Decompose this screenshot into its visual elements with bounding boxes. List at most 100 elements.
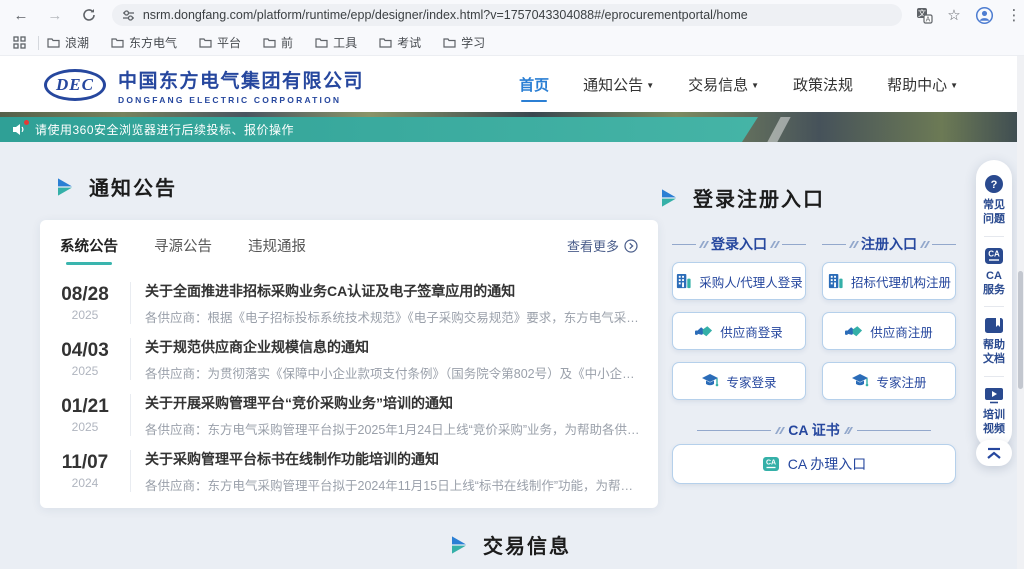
apps-grid-icon[interactable] [6, 30, 32, 56]
building-icon [827, 273, 844, 290]
divider [130, 394, 131, 436]
supplier-register-button[interactable]: 供应商注册 [822, 312, 956, 350]
dec-logo[interactable]: DEC [44, 69, 106, 101]
bookmark-folder[interactable]: 工具 [315, 34, 357, 51]
notice-desc: 各供应商：东方电气采购管理平台拟于2025年1月24日上线“竞价采购”业务，为帮… [145, 419, 640, 438]
company-name: 中国东方电气集团有限公司 DONGFANG ELECTRIC CORPORATI… [118, 66, 364, 105]
login-entry-header: 登录入口 [672, 234, 806, 254]
nav-notices[interactable]: 通知公告▼ [583, 56, 654, 112]
notice-row[interactable]: 04/03 2025 关于规范供应商企业规模信息的通知 各供应商：为贯彻落实《保… [54, 331, 640, 387]
company-name-cn: 中国东方电气集团有限公司 [118, 66, 364, 93]
nav-help-center[interactable]: 帮助中心▼ [887, 56, 958, 112]
divider [984, 306, 1004, 307]
ca-service-shortcut[interactable]: CA CA服务 [983, 243, 1005, 305]
alert-dot [24, 120, 29, 125]
expert-login-button[interactable]: 专家登录 [672, 362, 806, 400]
section-arrow-icon [58, 178, 73, 196]
section-title: 交易信息 [483, 530, 571, 559]
bookmark-folder[interactable]: 学习 [443, 34, 485, 51]
bookmark-folder[interactable]: 前 [263, 34, 293, 51]
bookmarks-bar: 浪潮 东方电气 平台 前 工具 考试 学习 [0, 30, 1024, 56]
main-nav: 首页 通知公告▼ 交易信息▼ 政策法规 帮助中心▼ [519, 56, 958, 112]
help-doc-icon [984, 317, 1004, 334]
trade-section-heading: 交易信息 [452, 530, 571, 559]
ca-apply-button[interactable]: CA CA 办理入口 [672, 444, 956, 484]
circle-chevron-right-icon [624, 239, 638, 253]
ca-cert-header: CA 证书 [672, 420, 956, 440]
divider [984, 236, 1004, 237]
divider [130, 282, 131, 324]
site-settings-icon[interactable] [122, 9, 135, 22]
scrollbar-track[interactable] [1017, 56, 1024, 569]
forward-icon[interactable]: → [42, 2, 68, 28]
banner-photo: 请使用360安全浏览器进行后续投标、报价操作 [0, 112, 1024, 142]
buyer-agent-login-button[interactable]: 采购人/代理人登录 [672, 262, 806, 300]
training-videos-shortcut[interactable]: 培训视频 [983, 383, 1005, 444]
login-section-heading: 登录注册入口 [662, 183, 825, 212]
bookmark-folder[interactable]: 东方电气 [111, 34, 177, 51]
translate-icon[interactable]: 文A [914, 5, 934, 25]
chevron-up-icon [986, 447, 1002, 460]
notice-date: 01/21 2025 [54, 396, 116, 434]
bookmark-folder[interactable]: 浪潮 [47, 34, 89, 51]
svg-text:CA: CA [988, 249, 1000, 258]
url-text[interactable]: nsrm.dongfang.com/platform/runtime/epp/d… [143, 8, 748, 22]
nav-home[interactable]: 首页 [519, 56, 549, 112]
notice-date: 04/03 2025 [54, 340, 116, 378]
building-icon [675, 273, 692, 290]
question-circle-icon: ? [984, 174, 1004, 194]
notice-title[interactable]: 关于全面推进非招标采购业务CA认证及电子签章应用的通知 [145, 281, 640, 301]
svg-text:A: A [925, 16, 930, 23]
tab-violation-reports[interactable]: 违规通报 [248, 235, 306, 256]
browser-notice-bar: 请使用360安全浏览器进行后续投标、报价操作 [0, 117, 758, 142]
faq-shortcut[interactable]: ? 常见问题 [983, 170, 1005, 234]
reload-icon[interactable] [76, 2, 102, 28]
divider [984, 376, 1004, 377]
back-icon[interactable]: ← [8, 2, 34, 28]
decorative-slash [767, 117, 790, 142]
help-docs-shortcut[interactable]: 帮助文档 [983, 313, 1005, 374]
back-to-top-button[interactable] [976, 440, 1012, 466]
browser-chrome: ← → nsrm.dongfang.com/platform/runtime/e… [0, 0, 1024, 30]
bidding-agency-register-button[interactable]: 招标代理机构注册 [822, 262, 956, 300]
chevron-down-icon: ▼ [950, 81, 958, 90]
url-bar[interactable]: nsrm.dongfang.com/platform/runtime/epp/d… [112, 4, 902, 26]
company-name-en: DONGFANG ELECTRIC CORPORATION [118, 95, 364, 105]
notice-desc: 各供应商：东方电气采购管理平台拟于2024年11月15日上线“标书在线制作”功能… [145, 475, 640, 494]
tab-sourcing-notices[interactable]: 寻源公告 [154, 235, 212, 256]
menu-kebab-icon[interactable]: ⋮ [1004, 5, 1024, 25]
notices-section-heading: 通知公告 [58, 172, 177, 201]
handshake-icon [845, 324, 863, 339]
notice-date: 11/07 2024 [54, 452, 116, 490]
notice-title[interactable]: 关于采购管理平台标书在线制作功能培训的通知 [145, 449, 640, 469]
divider [38, 36, 39, 50]
divider [130, 338, 131, 380]
ca-badge-icon: CA [762, 456, 780, 472]
bookmark-star-icon[interactable]: ☆ [944, 5, 964, 25]
notice-list: 08/28 2025 关于全面推进非招标采购业务CA认证及电子签章应用的通知 各… [40, 265, 658, 499]
view-more-link[interactable]: 查看更多 [567, 236, 638, 255]
scrollbar-thumb[interactable] [1018, 271, 1023, 389]
register-entry-header: 注册入口 [822, 234, 956, 254]
supplier-login-button[interactable]: 供应商登录 [672, 312, 806, 350]
bookmark-folder[interactable]: 平台 [199, 34, 241, 51]
profile-icon[interactable] [974, 5, 994, 25]
site-header: DEC 中国东方电气集团有限公司 DONGFANG ELECTRIC CORPO… [0, 56, 1024, 112]
tab-system-notices[interactable]: 系统公告 [60, 235, 118, 256]
nav-policies[interactable]: 政策法规 [793, 56, 853, 112]
notice-title[interactable]: 关于规范供应商企业规模信息的通知 [145, 337, 640, 357]
notice-desc: 各供应商：根据《电子招标投标系统技术规范》《电子采购交易规范》要求，东方电气采购… [145, 307, 640, 326]
nav-trade-info[interactable]: 交易信息▼ [688, 56, 759, 112]
notice-row[interactable]: 08/28 2025 关于全面推进非招标采购业务CA认证及电子签章应用的通知 各… [54, 275, 640, 331]
notice-row[interactable]: 01/21 2025 关于开展采购管理平台“竞价采购业务”培训的通知 各供应商：… [54, 387, 640, 443]
chevron-down-icon: ▼ [646, 81, 654, 90]
floating-sidebar: ? 常见问题 CA CA服务 帮助文档 培训视频 [976, 160, 1012, 449]
handshake-icon [695, 324, 713, 339]
expert-register-button[interactable]: 专家注册 [822, 362, 956, 400]
graduation-cap-icon [701, 373, 719, 389]
notice-desc: 各供应商：为贯彻落实《保障中小企业款项支付条例》（国务院令第802号）及《中小企… [145, 363, 640, 382]
notice-row[interactable]: 11/07 2024 关于采购管理平台标书在线制作功能培训的通知 各供应商：东方… [54, 443, 640, 499]
notice-tabs: 系统公告 寻源公告 违规通报 查看更多 [40, 220, 658, 265]
bookmark-folder[interactable]: 考试 [379, 34, 421, 51]
notice-title[interactable]: 关于开展采购管理平台“竞价采购业务”培训的通知 [145, 393, 640, 413]
